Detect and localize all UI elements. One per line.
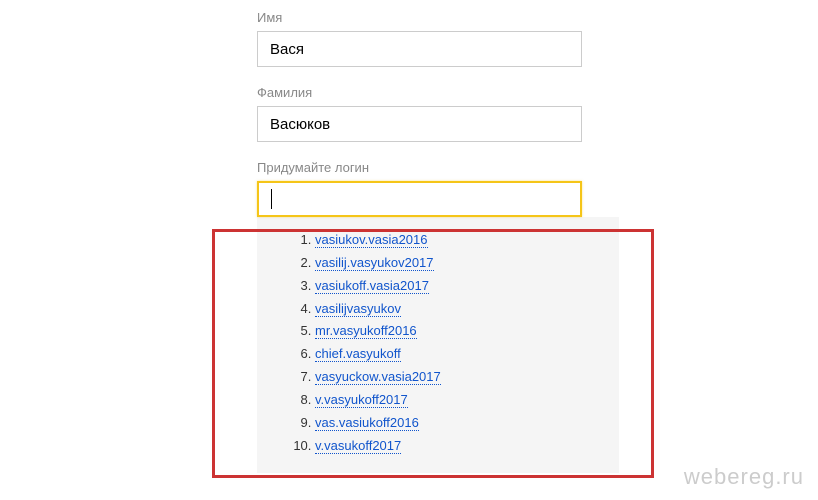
list-item: vasilijvasyukov	[315, 300, 599, 319]
list-item: v.vasukoff2017	[315, 437, 599, 456]
list-item: vasilij.vasyukov2017	[315, 254, 599, 273]
login-suggestion-link[interactable]: vasiukoff.vasia2017	[315, 278, 429, 294]
login-suggestion-link[interactable]: vas.vasiukoff2016	[315, 415, 419, 431]
login-suggestion-link[interactable]: vasiukov.vasia2016	[315, 232, 428, 248]
login-suggestion-link[interactable]: chief.vasyukoff	[315, 346, 401, 362]
login-suggestion-link[interactable]: vasilijvasyukov	[315, 301, 401, 317]
first-name-field-group: Имя	[257, 10, 818, 67]
login-suggestion-link[interactable]: v.vasyukoff2017	[315, 392, 408, 408]
login-suggestion-link[interactable]: mr.vasyukoff2016	[315, 323, 417, 339]
login-suggestion-link[interactable]: vasilij.vasyukov2017	[315, 255, 434, 271]
text-caret	[271, 189, 272, 209]
login-label: Придумайте логин	[257, 160, 818, 175]
login-suggestion-link[interactable]: vasyuckow.vasia2017	[315, 369, 441, 385]
list-item: chief.vasyukoff	[315, 345, 599, 364]
login-suggestions-panel: vasiukov.vasia2016 vasilij.vasyukov2017 …	[257, 217, 619, 473]
list-item: vasiukoff.vasia2017	[315, 277, 599, 296]
login-suggestions-list: vasiukov.vasia2016 vasilij.vasyukov2017 …	[277, 231, 599, 455]
list-item: vasiukov.vasia2016	[315, 231, 599, 250]
first-name-label: Имя	[257, 10, 818, 25]
login-suggestion-link[interactable]: v.vasukoff2017	[315, 438, 401, 454]
last-name-input[interactable]	[257, 106, 582, 142]
login-input[interactable]	[257, 181, 582, 217]
first-name-input[interactable]	[257, 31, 582, 67]
login-field-group: Придумайте логин vasiukov.vasia2016 vasi…	[257, 160, 818, 473]
list-item: v.vasyukoff2017	[315, 391, 599, 410]
last-name-label: Фамилия	[257, 85, 818, 100]
last-name-field-group: Фамилия	[257, 85, 818, 142]
list-item: vasyuckow.vasia2017	[315, 368, 599, 387]
list-item: vas.vasiukoff2016	[315, 414, 599, 433]
list-item: mr.vasyukoff2016	[315, 322, 599, 341]
